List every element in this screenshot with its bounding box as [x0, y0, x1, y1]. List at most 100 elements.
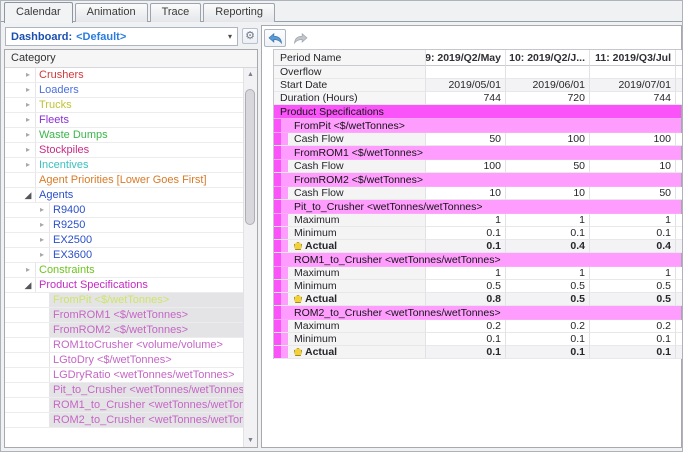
tree-item-rom1-to-crusher-wettonnes-wettonnes[interactable]: ROM1_to_Crusher <wetTonnes/wetTonnes> [5, 398, 244, 413]
cell-value[interactable]: 744 [589, 92, 675, 105]
cell-value[interactable]: 100 [589, 133, 675, 146]
cell-value[interactable]: 50 [505, 160, 589, 173]
cell-value[interactable]: 1 [425, 267, 505, 280]
cell-value[interactable]: 50 [589, 187, 675, 200]
dashboard-settings-button[interactable]: ⚙ [242, 28, 258, 44]
collapse-arrow-icon[interactable]: ◢ [21, 278, 35, 292]
tab-reporting[interactable]: Reporting [203, 3, 275, 22]
dropdown-caret-icon[interactable]: ▾ [228, 32, 232, 41]
tree-item-incentives[interactable]: ▸Incentives [5, 158, 244, 173]
cell-value[interactable]: 0.1 [425, 240, 505, 253]
tree-item-r9250[interactable]: ▸R9250 [5, 218, 244, 233]
cell-value[interactable]: 0.2 [505, 320, 589, 333]
cell-value[interactable]: 0.2 [425, 320, 505, 333]
cell-value[interactable]: 10 [425, 187, 505, 200]
tree-item-stockpiles[interactable]: ▸Stockpiles [5, 143, 244, 158]
cell-value[interactable]: 0.5 [505, 280, 589, 293]
cell-value[interactable]: 0.5 [589, 280, 675, 293]
cell-value[interactable]: 1 [589, 267, 675, 280]
tree-item-r9400[interactable]: ▸R9400 [5, 203, 244, 218]
cell-value[interactable]: 0.1 [505, 227, 589, 240]
tree-item-agents[interactable]: ◢Agents [5, 188, 244, 203]
dashboard-selector[interactable]: Dashboard: <Default> ▾ [5, 27, 238, 46]
cell-value[interactable]: 720 [505, 92, 589, 105]
cell-value[interactable]: 100 [505, 133, 589, 146]
tree-item-lgtodry-wettonnes[interactable]: LGtoDry <$/wetTonnes> [5, 353, 244, 368]
tab-animation[interactable]: Animation [75, 3, 148, 22]
cell-value[interactable]: 0.2 [589, 320, 675, 333]
tab-calendar[interactable]: Calendar [4, 2, 73, 23]
tree-item-fromrom2-wettonnes[interactable]: FromROM2 <$/wetTonnes> [5, 323, 244, 338]
cell-value[interactable]: 0.1 [425, 227, 505, 240]
undo-button[interactable] [264, 29, 286, 47]
section-label[interactable]: ROM2_to_Crusher <wetTonnes/wetTonnes> [274, 306, 681, 320]
cell-value[interactable]: 1 [505, 214, 589, 227]
tree-item-pit-to-crusher-wettonnes-wettonnes[interactable]: Pit_to_Crusher <wetTonnes/wetTonnes> [5, 383, 244, 398]
expand-arrow-icon[interactable]: ▸ [21, 158, 35, 172]
column-header-9-2019-q2-may[interactable]: 9: 2019/Q2/May [425, 50, 505, 66]
cell-value[interactable]: 0.5 [425, 280, 505, 293]
tree-item-crushers[interactable]: ▸Crushers [5, 68, 244, 83]
expand-arrow-icon[interactable]: ▸ [35, 233, 49, 247]
cell-value[interactable]: 2019/07/01 [589, 79, 675, 92]
expand-arrow-icon[interactable]: ▸ [21, 143, 35, 157]
cell-value[interactable]: 100 [425, 160, 505, 173]
tree-item-constraints[interactable]: ▸Constraints [5, 263, 244, 278]
redo-button[interactable] [289, 29, 311, 47]
cell-value[interactable]: 744 [425, 92, 505, 105]
expand-arrow-icon[interactable]: ▸ [21, 68, 35, 82]
cell-value[interactable]: 1 [505, 267, 589, 280]
expand-arrow-icon[interactable]: ▸ [35, 248, 49, 262]
scroll-up-button[interactable]: ▲ [244, 68, 257, 81]
tree-item-fromrom1-wettonnes[interactable]: FromROM1 <$/wetTonnes> [5, 308, 244, 323]
cell-value[interactable]: 10 [505, 187, 589, 200]
tree-item-agent-priorities-lower-goes-first[interactable]: Agent Priorities [Lower Goes First] [5, 173, 244, 188]
cell-value[interactable]: 2019/06/01 [505, 79, 589, 92]
cell-value[interactable]: 0.4 [505, 240, 589, 253]
cell-value[interactable]: 0.1 [589, 346, 675, 359]
cell-value[interactable]: 50 [425, 133, 505, 146]
section-label[interactable]: Product Specifications [274, 105, 681, 119]
cell-value[interactable]: 0.5 [505, 293, 589, 306]
cell-value[interactable]: 0.5 [589, 293, 675, 306]
cell-value[interactable]: 10 [589, 160, 675, 173]
expand-arrow-icon[interactable]: ▸ [21, 83, 35, 97]
cell-value[interactable]: 1 [589, 214, 675, 227]
scroll-down-button[interactable]: ▼ [244, 434, 257, 447]
cell-value[interactable]: 0.1 [589, 227, 675, 240]
cell-value[interactable]: 0.1 [589, 333, 675, 346]
expand-arrow-icon[interactable]: ▸ [35, 218, 49, 232]
expand-arrow-icon[interactable]: ▸ [21, 113, 35, 127]
cell-value[interactable] [589, 66, 675, 79]
section-label[interactable]: Pit_to_Crusher <wetTonnes/wetTonnes> [274, 200, 681, 214]
tree-item-waste-dumps[interactable]: ▸Waste Dumps [5, 128, 244, 143]
scrollbar-thumb[interactable] [245, 89, 255, 225]
section-label[interactable]: FromROM2 <$/wetTonnes> [274, 173, 681, 187]
tree-item-product-specifications[interactable]: ◢Product Specifications [5, 278, 244, 293]
cell-value[interactable]: 0.1 [425, 346, 505, 359]
tree-item-ex2500[interactable]: ▸EX2500 [5, 233, 244, 248]
cell-value[interactable] [425, 66, 505, 79]
tree-item-rom1tocrusher-volume-volume[interactable]: ROM1toCrusher <volume/volume> [5, 338, 244, 353]
column-header-10-2019-q2-j[interactable]: 10: 2019/Q2/J... [505, 50, 589, 66]
column-header-period-name[interactable]: Period Name [274, 50, 425, 66]
tab-trace[interactable]: Trace [150, 3, 202, 22]
column-header-11-2019-q3-jul[interactable]: 11: 2019/Q3/Jul [589, 50, 675, 66]
cell-value[interactable]: 0.1 [505, 333, 589, 346]
tree-item-rom2-to-crusher-wettonnes-wettonnes[interactable]: ROM2_to_Crusher <wetTonnes/wetTonnes> [5, 413, 244, 428]
expand-arrow-icon[interactable]: ▸ [21, 128, 35, 142]
cell-value[interactable]: 0.1 [505, 346, 589, 359]
tree-scrollbar[interactable]: ▲ ▼ [243, 68, 257, 447]
cell-value[interactable]: 1 [425, 214, 505, 227]
expand-arrow-icon[interactable]: ▸ [21, 263, 35, 277]
expand-arrow-icon[interactable]: ▸ [21, 98, 35, 112]
cell-value[interactable]: 0.1 [425, 333, 505, 346]
expand-arrow-icon[interactable]: ▸ [35, 203, 49, 217]
cell-value[interactable]: 0.8 [425, 293, 505, 306]
collapse-arrow-icon[interactable]: ◢ [21, 188, 35, 202]
tree-item-ex3600[interactable]: ▸EX3600 [5, 248, 244, 263]
tree-item-lgdryratio-wettonnes-wettonnes[interactable]: LGDryRatio <wetTonnes/wetTonnes> [5, 368, 244, 383]
section-label[interactable]: FromROM1 <$/wetTonnes> [274, 146, 681, 160]
section-label[interactable]: ROM1_to_Crusher <wetTonnes/wetTonnes> [274, 253, 681, 267]
tree-item-fleets[interactable]: ▸Fleets [5, 113, 244, 128]
